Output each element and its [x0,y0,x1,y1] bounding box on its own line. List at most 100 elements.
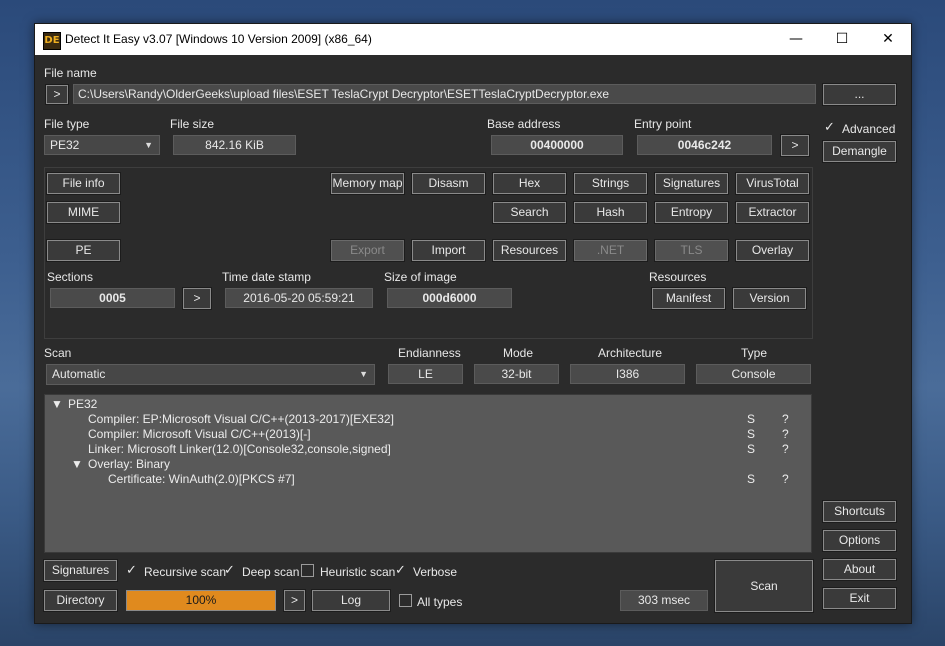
hash-button[interactable]: Hash [573,201,648,224]
main-window: DE Detect It Easy v3.07 [Windows 10 Vers… [34,23,912,624]
base-address-field: 00400000 [491,135,623,155]
result-row[interactable]: Certificate: WinAuth(2.0)[PKCS #7] [108,472,295,486]
verbose-label: Verbose [413,565,458,579]
sections-label: Sections [47,270,94,284]
log-button[interactable]: Log [311,589,391,612]
recursive-scan-checkbox[interactable]: ✓ [125,563,138,577]
result-s-flag: S [747,442,756,456]
strings-button[interactable]: Strings [573,172,648,195]
scan-mode-value: Automatic [52,367,106,381]
dotnet-button[interactable]: .NET [573,239,648,262]
about-button[interactable]: About [822,558,897,581]
mode-field: 32-bit [474,364,559,384]
size-of-image-label: Size of image [384,270,457,284]
scan-mode-select[interactable]: Automatic ▼ [46,364,375,385]
time-date-stamp-label: Time date stamp [222,270,311,284]
minimize-icon[interactable]: — [773,24,819,55]
file-name-label: File name [44,66,97,80]
memory-map-button[interactable]: Memory map [330,172,405,195]
verbose-checkbox[interactable]: ✓ [394,563,407,577]
result-row[interactable]: Overlay: Binary [88,457,170,471]
deep-scan-checkbox[interactable]: ✓ [223,563,236,577]
result-row[interactable]: Compiler: EP:Microsoft Visual C/C++(2013… [88,412,394,426]
close-icon[interactable]: ✕ [865,24,911,55]
directory-button[interactable]: Directory [43,589,118,612]
resources-button[interactable]: Resources [492,239,567,262]
browse-button[interactable]: ... [822,83,897,106]
scan-button[interactable]: Scan [714,559,814,613]
heuristic-scan-checkbox[interactable] [301,564,314,577]
file-size-field: 842.16 KiB [173,135,296,155]
file-type-value: PE32 [50,138,80,152]
maximize-icon[interactable]: ☐ [819,24,865,55]
file-type-label: File type [44,117,90,131]
advanced-checkbox[interactable]: ✓ [823,120,836,134]
result-row[interactable]: Linker: Microsoft Linker(12.0)[Console32… [88,442,391,456]
progress-text: 100% [185,593,217,607]
extractor-button[interactable]: Extractor [735,201,810,224]
entropy-button[interactable]: Entropy [654,201,729,224]
result-info-flag[interactable]: ? [782,427,789,441]
result-s-flag: S [747,427,756,441]
virustotal-button[interactable]: VirusTotal [735,172,810,195]
window-title: Detect It Easy v3.07 [Windows 10 Version… [65,32,372,46]
advanced-label: Advanced [842,122,896,136]
file-nav-button[interactable]: > [45,84,69,105]
file-type-select[interactable]: PE32 ▼ [44,135,160,155]
result-s-flag: S [747,472,756,486]
app-logo-icon: DE [43,32,61,50]
entry-point-nav-button[interactable]: > [780,134,810,157]
progress-nav-button[interactable]: > [283,589,306,612]
shortcuts-button[interactable]: Shortcuts [822,500,897,523]
version-button[interactable]: Version [732,287,807,310]
all-types-label: All types [417,595,463,609]
pe-button[interactable]: PE [46,239,121,262]
all-types-checkbox[interactable] [399,594,412,607]
tree-expander-icon[interactable]: ▼ [71,457,83,471]
result-info-flag[interactable]: ? [782,442,789,456]
scan-time-field: 303 msec [620,590,708,611]
tree-expander-icon[interactable]: ▼ [51,397,63,411]
result-row[interactable]: Compiler: Microsoft Visual C/C++(2013)[-… [88,427,311,441]
type-label: Type [741,346,768,360]
overlay-button[interactable]: Overlay [735,239,810,262]
resources-label: Resources [649,270,707,284]
signatures-button[interactable]: Signatures [654,172,729,195]
result-info-flag[interactable]: ? [782,472,789,486]
scan-results-tree[interactable]: ▼ PE32 Compiler: EP:Microsoft Visual C/C… [44,394,812,553]
deep-scan-label: Deep scan [242,565,300,579]
export-button[interactable]: Export [330,239,405,262]
sections-nav-button[interactable]: > [182,287,212,310]
search-button[interactable]: Search [492,201,567,224]
endianness-field: LE [388,364,463,384]
file-path-field[interactable]: C:\Users\Randy\OlderGeeks\upload files\E… [73,84,816,104]
entry-point-label: Entry point [634,117,692,131]
result-s-flag: S [747,412,756,426]
options-button[interactable]: Options [822,529,897,552]
bottom-signatures-button[interactable]: Signatures [43,559,118,582]
chevron-down-icon: ▼ [144,140,153,150]
scan-label: Scan [44,346,72,360]
title-bar[interactable]: DE Detect It Easy v3.07 [Windows 10 Vers… [35,24,911,55]
sections-field: 0005 [50,288,175,308]
result-row[interactable]: PE32 [68,397,97,411]
entry-point-field: 0046c242 [637,135,772,155]
heuristic-scan-label: Heuristic scan [320,565,396,579]
size-of-image-field: 000d6000 [387,288,512,308]
import-button[interactable]: Import [411,239,486,262]
chevron-down-icon: ▼ [359,369,368,379]
mime-button[interactable]: MIME [46,201,121,224]
result-info-flag[interactable]: ? [782,412,789,426]
recursive-scan-label: Recursive scan [144,565,227,579]
hex-button[interactable]: Hex [492,172,567,195]
base-address-label: Base address [487,117,561,131]
architecture-label: Architecture [598,346,663,360]
disasm-button[interactable]: Disasm [411,172,486,195]
tls-button[interactable]: TLS [654,239,729,262]
exit-button[interactable]: Exit [822,587,897,610]
type-field: Console [696,364,811,384]
manifest-button[interactable]: Manifest [651,287,726,310]
mode-label: Mode [503,346,534,360]
demangle-button[interactable]: Demangle [822,140,897,163]
file-info-button[interactable]: File info [46,172,121,195]
